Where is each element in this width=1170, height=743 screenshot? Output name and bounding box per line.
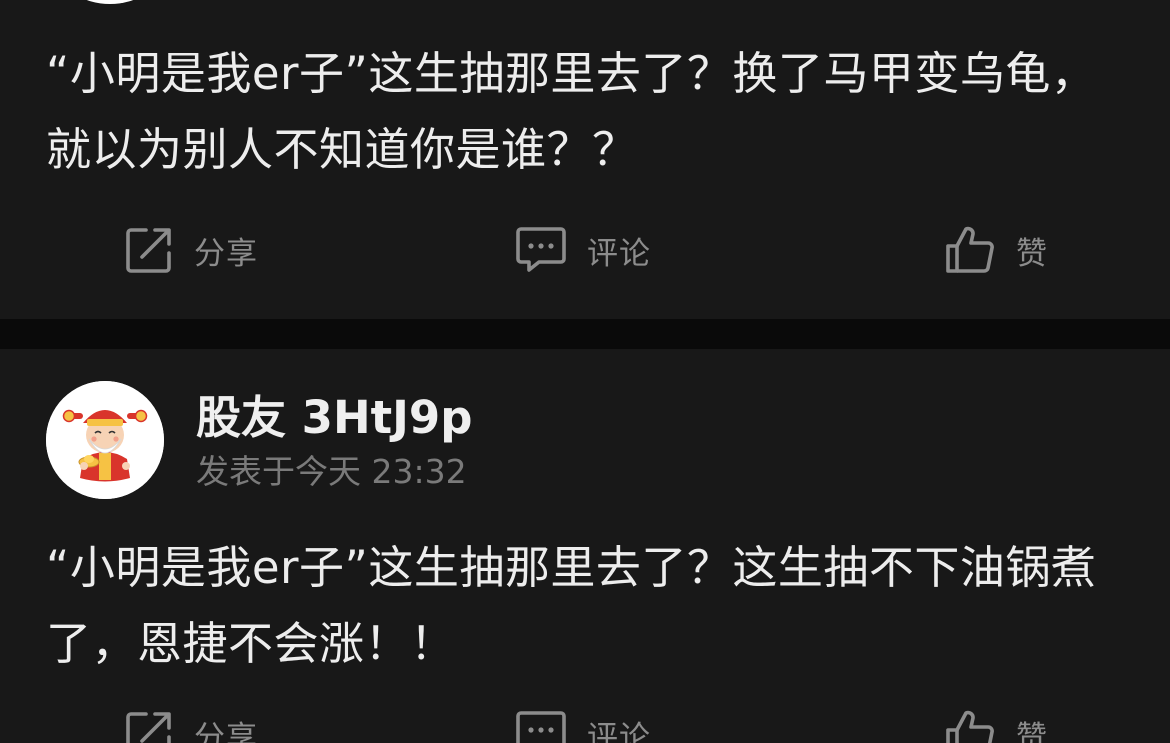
- thumbs-up-icon: [946, 710, 994, 743]
- share-button[interactable]: 分享: [124, 220, 258, 280]
- share-icon: [126, 228, 171, 273]
- share-label: 分享: [194, 235, 258, 272]
- comment-label: 评论: [587, 235, 651, 272]
- like-button[interactable]: 赞: [944, 220, 1048, 280]
- thumbs-up-icon: [946, 226, 994, 273]
- post-actions-bar: 分享 评论 赞: [0, 704, 1170, 743]
- comment-icon: [516, 711, 566, 743]
- post-actions-bar: 分享 评论 赞: [0, 220, 1170, 280]
- post-timestamp: 发表于今天 23:32: [196, 452, 467, 491]
- comment-label: 评论: [587, 719, 651, 743]
- avatar[interactable]: [46, 381, 164, 499]
- post-content: “小明是我er子”这生抽那里去了？这生抽不下油锅煮了，恩捷不会涨！！: [46, 541, 1097, 670]
- comment-icon: [516, 227, 566, 272]
- share-icon: [126, 712, 171, 743]
- username[interactable]: 股友 3HtJ9p: [196, 391, 472, 445]
- comment-button[interactable]: 评论: [515, 220, 651, 280]
- post-content: “小明是我er子”这生抽那里去了？换了马甲变乌龟，就以为别人不知道你是谁？？: [46, 47, 1097, 176]
- post-card: 股友 3HtJ9p 发表于今天 23:32 “小明是我er子”这生抽那里去了？这…: [0, 349, 1170, 743]
- like-label: 赞: [1016, 719, 1048, 743]
- comment-button[interactable]: 评论: [515, 704, 651, 743]
- feed: “小明是我er子”这生抽那里去了？换了马甲变乌龟，就以为别人不知道你是谁？？ 分…: [0, 0, 1170, 743]
- share-label: 分享: [194, 719, 258, 743]
- like-label: 赞: [1016, 235, 1048, 272]
- share-button[interactable]: 分享: [124, 704, 258, 743]
- god-of-wealth-avatar-icon: [46, 381, 164, 499]
- like-button[interactable]: 赞: [944, 704, 1048, 743]
- avatar[interactable]: [60, 0, 160, 4]
- post-card: “小明是我er子”这生抽那里去了？换了马甲变乌龟，就以为别人不知道你是谁？？ 分…: [0, 0, 1170, 319]
